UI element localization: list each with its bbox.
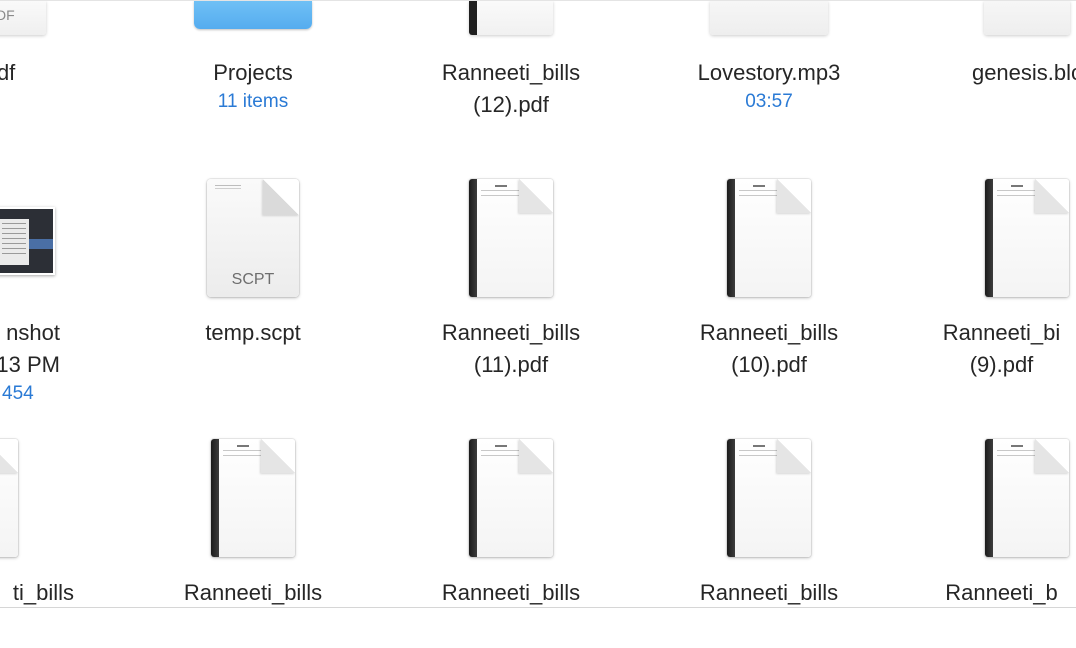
scpt-icon-label: SCPT (231, 271, 275, 288)
file-name: Ranneeti_bills (699, 580, 839, 605)
blend-file-icon (984, 1, 1070, 35)
pdf-file-icon (985, 179, 1069, 297)
file-name: Ranneeti_bills (441, 580, 581, 605)
file-name: Ranneeti_bills (12).pdf (441, 60, 581, 117)
audio-duration: 03:57 (745, 91, 793, 112)
audio-file-icon (710, 1, 828, 35)
file-grid-view: DF pdf Projects 11 items Ranneeti_bills … (0, 0, 1076, 608)
pdf-file-icon (469, 439, 553, 557)
file-name: Ranneeti_bi (9).pdf (942, 320, 1061, 377)
pdf-file-icon (0, 439, 18, 557)
file-name: Ranneeti_bills (183, 580, 323, 605)
pdf-file-icon (469, 179, 553, 297)
file-name: genesis.blc (971, 60, 1076, 85)
file-name: temp.scpt (205, 320, 301, 345)
pdf-file-icon (985, 439, 1069, 557)
file-name: nshot 59.13 PM (0, 320, 60, 377)
file-name: Ranneeti_bills (11).pdf (441, 320, 581, 377)
pdf-file-icon (211, 439, 295, 557)
pdf-file-icon (469, 1, 553, 35)
pdf-file-icon (727, 439, 811, 557)
window-bottom-area (0, 608, 1076, 648)
file-name: pdf (0, 60, 16, 85)
file-name: Ranneeti_bills (10).pdf (699, 320, 839, 377)
screenshot-thumbnail-icon (0, 207, 55, 275)
folder-name: Projects (213, 60, 293, 85)
file-name: Lovestory.mp3 (697, 60, 841, 85)
pdf-file-icon (727, 179, 811, 297)
pdf-file-icon: DF (0, 1, 46, 35)
file-name: ti_bills (12, 580, 74, 605)
pdf-icon-label: DF (0, 7, 15, 23)
file-meta: 454 (2, 383, 34, 404)
file-name: Ranneeti_b (945, 580, 1058, 605)
folder-icon (194, 1, 312, 29)
applescript-file-icon: SCPT (207, 179, 299, 297)
folder-item-count: 11 items (217, 91, 289, 112)
